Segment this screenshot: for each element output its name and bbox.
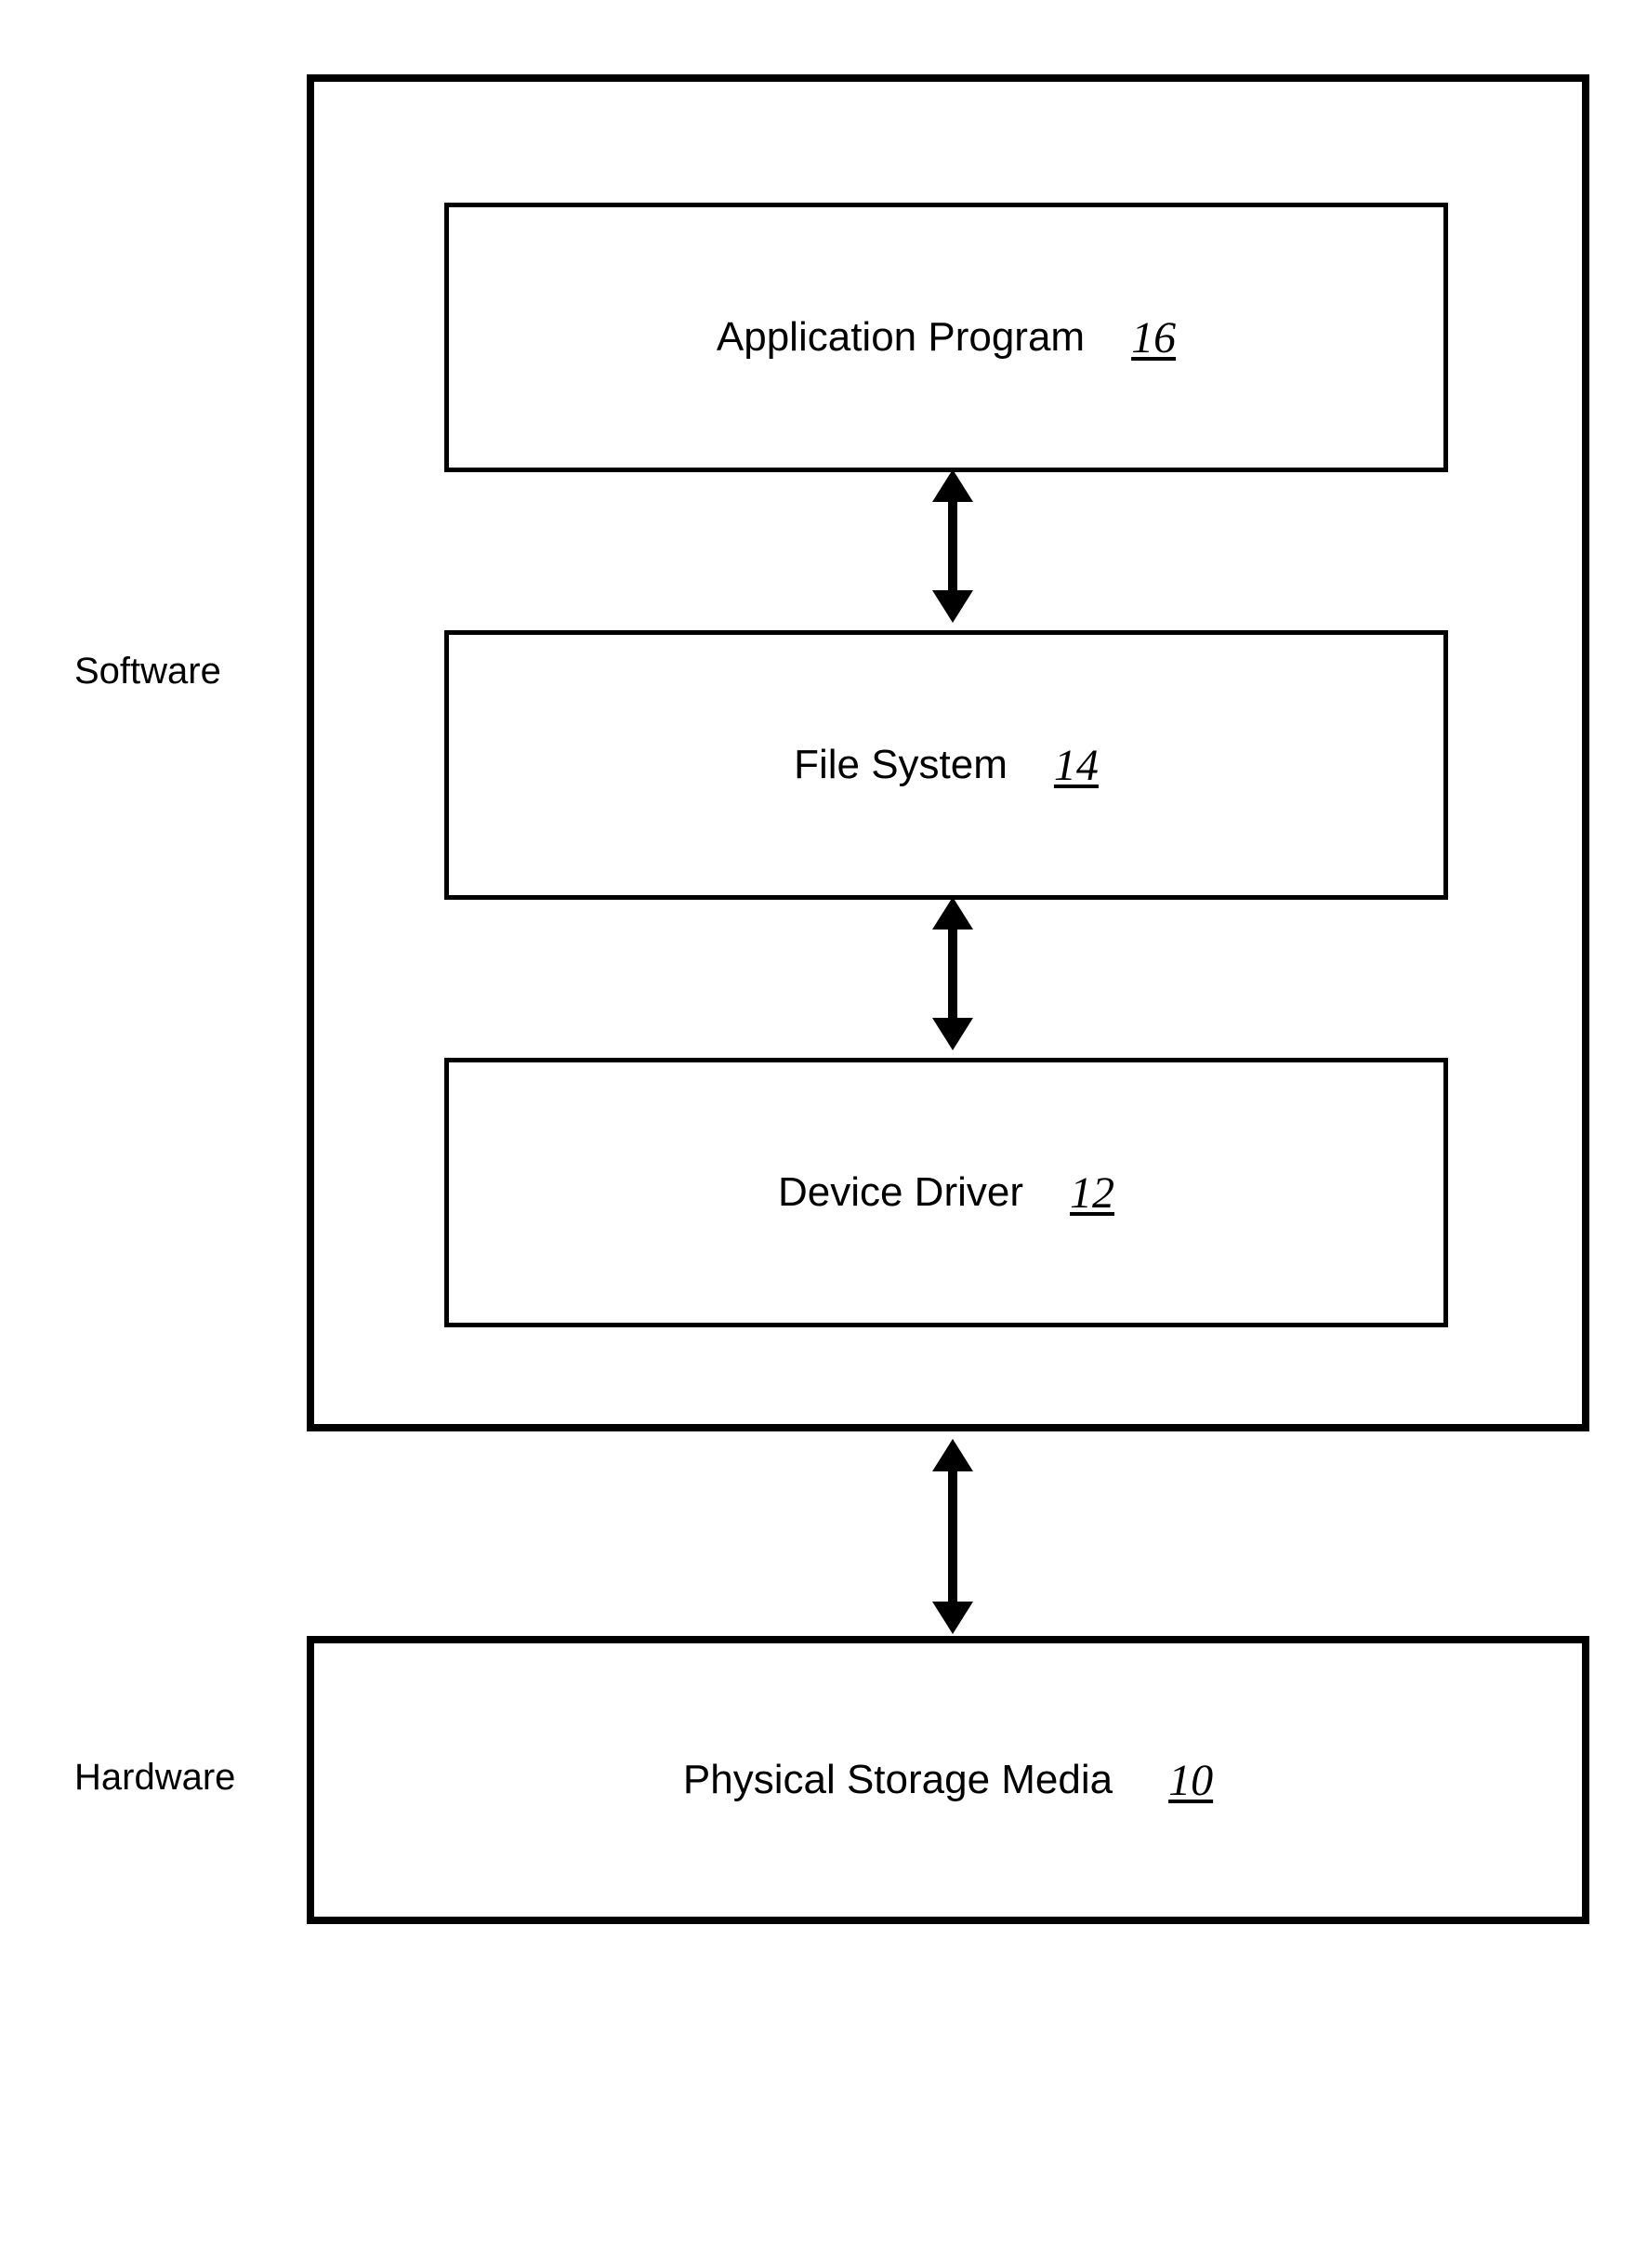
arrow-line	[948, 930, 957, 1018]
arrow-app-to-filesystem	[934, 469, 971, 623]
file-system-label: File System	[794, 742, 1008, 788]
arrow-software-to-hardware	[934, 1439, 971, 1634]
arrow-down-head-icon	[932, 590, 973, 623]
arrow-line	[948, 1471, 957, 1602]
device-driver-box: Device Driver 12	[444, 1058, 1448, 1327]
physical-storage-box: Physical Storage Media 10	[307, 1636, 1589, 1924]
device-driver-label: Device Driver	[778, 1169, 1023, 1216]
file-system-ref: 14	[1054, 740, 1099, 791]
software-container-box: Application Program 16 File System 14 De…	[307, 74, 1589, 1431]
application-program-ref: 16	[1131, 312, 1176, 363]
arrow-line	[948, 502, 957, 590]
physical-storage-ref: 10	[1168, 1755, 1213, 1806]
arrow-down-head-icon	[932, 1018, 973, 1050]
arrow-up-head-icon	[932, 1439, 973, 1471]
arrow-filesystem-to-driver	[934, 897, 971, 1050]
file-system-box: File System 14	[444, 630, 1448, 900]
physical-storage-label: Physical Storage Media	[683, 1757, 1113, 1803]
application-program-box: Application Program 16	[444, 203, 1448, 472]
hardware-label: Hardware	[74, 1757, 235, 1799]
software-label: Software	[74, 651, 221, 692]
arrow-up-head-icon	[932, 469, 973, 502]
arrow-down-head-icon	[932, 1602, 973, 1634]
application-program-label: Application Program	[717, 314, 1085, 361]
arrow-up-head-icon	[932, 897, 973, 930]
device-driver-ref: 12	[1070, 1167, 1114, 1219]
